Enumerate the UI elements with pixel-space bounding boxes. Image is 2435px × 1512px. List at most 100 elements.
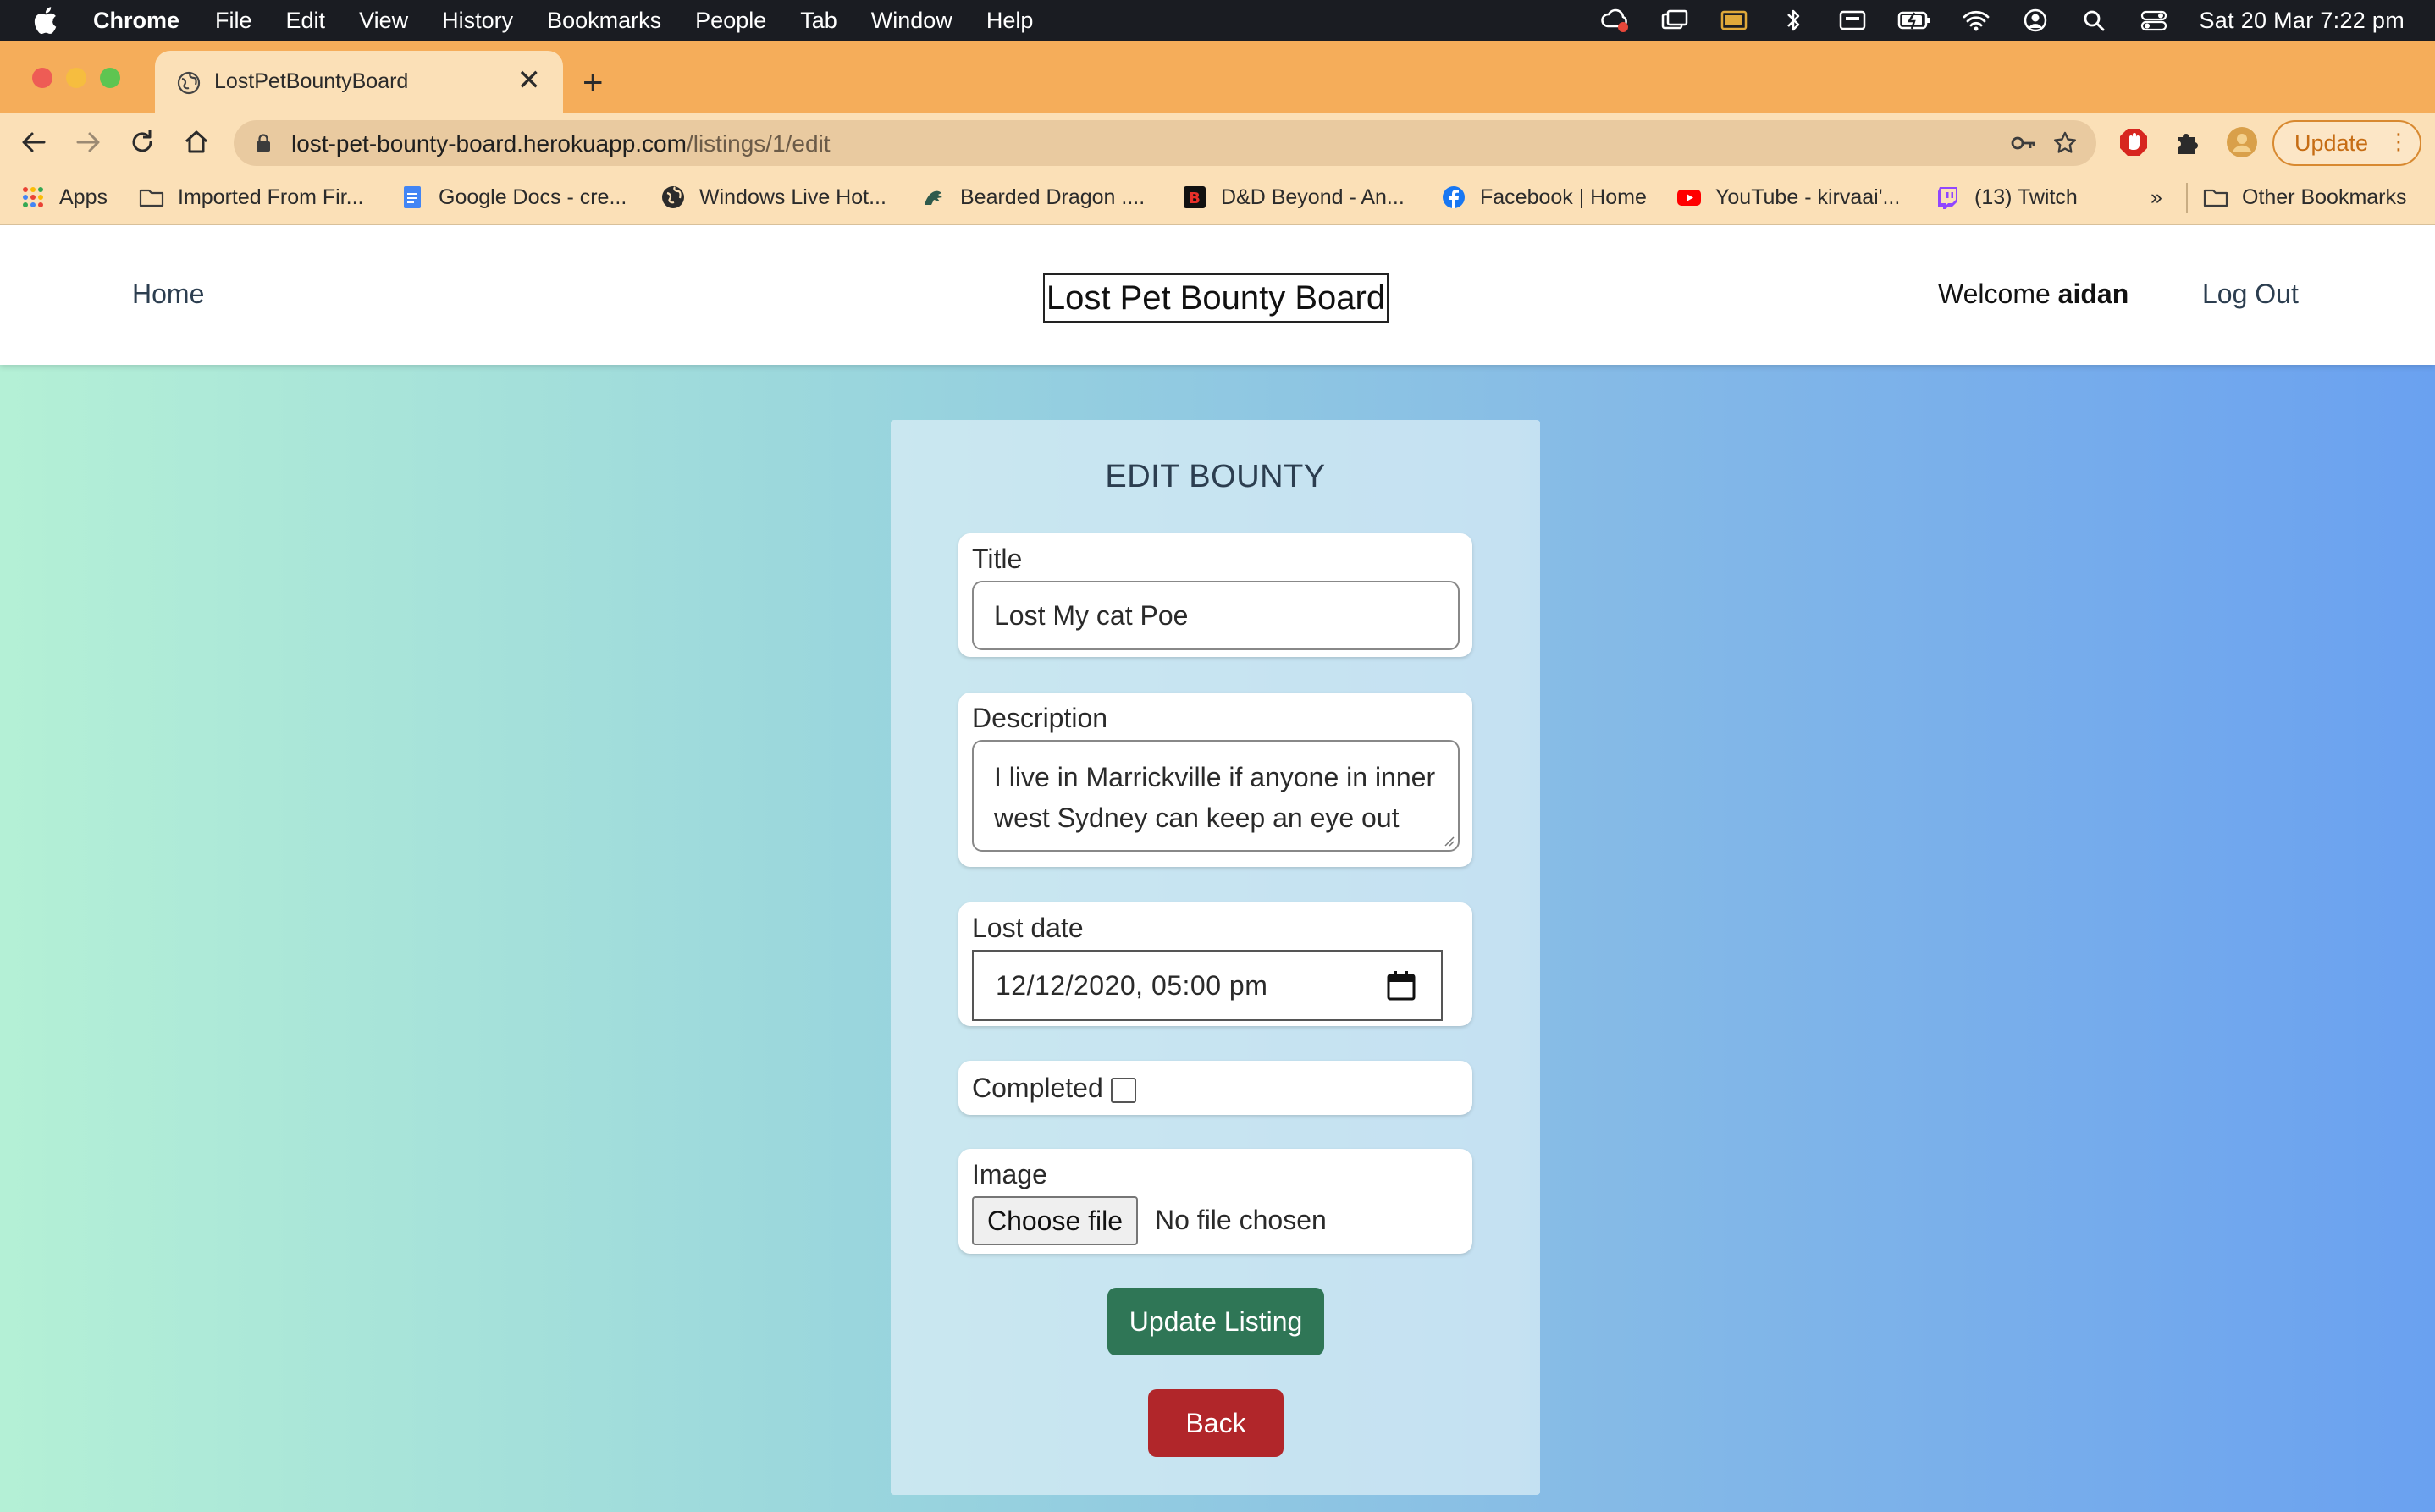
window-zoom-button[interactable] — [100, 68, 120, 88]
back-button[interactable]: Back — [1148, 1389, 1284, 1457]
lock-icon[interactable] — [256, 134, 271, 152]
bookmark-windows-live[interactable]: Windows Live Hot... — [660, 183, 886, 212]
chrome-update-button[interactable]: Update ⋮ — [2272, 120, 2421, 166]
logout-link[interactable]: Log Out — [2202, 279, 2299, 310]
description-label: Description — [972, 703, 1108, 733]
bookmark-bearded-dragon[interactable]: Bearded Dragon .... — [921, 183, 1145, 212]
forward-arrow-icon[interactable] — [71, 125, 105, 159]
welcome-username: aidan — [2057, 279, 2129, 309]
bookmark-dnd-beyond[interactable]: B D&D Beyond - An... — [1182, 183, 1405, 212]
bookmarks-overflow-chevron-icon[interactable]: » — [2151, 183, 2162, 212]
bookmark-label: Facebook | Home — [1480, 185, 1647, 209]
menu-help[interactable]: Help — [986, 8, 1034, 34]
title-input[interactable]: Lost My cat Poe — [972, 581, 1460, 650]
bookmark-label: Windows Live Hot... — [699, 185, 886, 209]
bookmark-label: Google Docs - cre... — [439, 185, 627, 209]
amphetamine-icon[interactable] — [1720, 8, 1748, 33]
bookmark-google-docs[interactable]: Google Docs - cre... — [400, 183, 627, 212]
battery-charging-icon[interactable] — [1897, 8, 1931, 33]
bookmark-label: Apps — [59, 185, 108, 209]
bookmarks-bar: Apps Imported From Fir... Google Docs - … — [0, 171, 2435, 225]
calendar-icon[interactable] — [1387, 970, 1416, 1001]
bookmark-label: YouTube - kirvaai'... — [1715, 185, 1901, 209]
svg-text:B: B — [1189, 190, 1201, 207]
menu-window[interactable]: Window — [871, 8, 952, 34]
bookmark-apps[interactable]: Apps — [20, 183, 108, 212]
menubar-menus: Chrome File Edit View History Bookmarks … — [93, 0, 1067, 41]
address-bar[interactable]: lost-pet-bounty-board.herokuapp.com/list… — [234, 120, 2096, 166]
adblock-extension-icon[interactable] — [2117, 125, 2151, 159]
lost-date-field-group: Lost date 12/12/2020, 05:00 pm — [958, 902, 1472, 1026]
lost-date-label: Lost date — [972, 913, 1084, 943]
bookmark-label: Other Bookmarks — [2242, 185, 2407, 209]
bookmark-star-icon[interactable] — [2052, 130, 2078, 156]
title-field-group: Title Lost My cat Poe — [958, 533, 1472, 657]
url-text[interactable]: lost-pet-bounty-board.herokuapp.com/list… — [291, 130, 831, 157]
keyboard-input-icon[interactable] — [1838, 8, 1867, 33]
window-minimize-button[interactable] — [66, 68, 86, 88]
menu-tab[interactable]: Tab — [800, 8, 837, 34]
browser-toolbar: lost-pet-bounty-board.herokuapp.com/list… — [0, 113, 2435, 171]
spotlight-search-icon[interactable] — [2080, 8, 2109, 33]
back-arrow-icon[interactable] — [17, 125, 51, 159]
description-textarea[interactable]: I live in Marrickville if anyone in inne… — [972, 740, 1460, 852]
update-listing-button[interactable]: Update Listing — [1107, 1288, 1324, 1355]
bookmark-label: Bearded Dragon .... — [960, 185, 1146, 209]
bookmark-youtube[interactable]: YouTube - kirvaai'... — [1676, 183, 1900, 212]
control-center-icon[interactable] — [2140, 8, 2168, 33]
facebook-icon — [1443, 186, 1465, 208]
menu-view[interactable]: View — [359, 8, 408, 34]
title-label: Title — [972, 544, 1023, 574]
more-menu-icon[interactable]: ⋮ — [2388, 130, 2410, 152]
lost-date-input[interactable]: 12/12/2020, 05:00 pm — [972, 950, 1443, 1021]
menu-history[interactable]: History — [442, 8, 513, 34]
menubar-status-area: Sat 20 Mar 7:22 pm — [1601, 0, 2405, 41]
description-field-group: Description I live in Marrickville if an… — [958, 693, 1472, 867]
menu-edit[interactable]: Edit — [286, 8, 326, 34]
home-icon[interactable] — [179, 125, 213, 159]
profile-avatar-icon[interactable] — [2225, 125, 2259, 159]
menu-people[interactable]: People — [695, 8, 766, 34]
page-viewport: Home Lost Pet Bounty Board Welcome aidan… — [0, 226, 2435, 1512]
choose-file-button[interactable]: Choose file — [972, 1196, 1138, 1245]
creative-cloud-icon[interactable] — [1601, 8, 1630, 33]
edit-bounty-card: EDIT BOUNTY Title Lost My cat Poe Descri… — [891, 420, 1540, 1495]
wifi-icon[interactable] — [1962, 8, 1991, 33]
key-icon[interactable] — [2010, 132, 2037, 154]
window-close-button[interactable] — [32, 68, 52, 88]
browser-tab-active[interactable]: LostPetBountyBoard ✕ — [155, 51, 563, 113]
globe-icon — [177, 71, 201, 95]
completed-checkbox[interactable] — [1111, 1078, 1136, 1103]
welcome-message: Welcome aidan — [1938, 279, 2129, 310]
dragon-icon — [925, 190, 942, 205]
bookmark-twitch[interactable]: (13) Twitch — [1935, 183, 2078, 212]
folder-icon — [139, 189, 164, 207]
resize-grip-icon[interactable] — [1443, 835, 1455, 847]
completed-label[interactable]: Completed — [972, 1073, 1103, 1104]
user-account-icon[interactable] — [2021, 8, 2050, 33]
screens-icon[interactable] — [1660, 8, 1689, 33]
bookmarks-divider — [2186, 183, 2188, 213]
menu-file[interactable]: File — [215, 8, 252, 34]
apple-logo-icon[interactable] — [32, 6, 58, 35]
bookmark-facebook[interactable]: Facebook | Home — [1441, 183, 1647, 212]
menubar-clock[interactable]: Sat 20 Mar 7:22 pm — [2199, 8, 2405, 34]
bookmark-label: (13) Twitch — [1974, 185, 2078, 209]
tab-close-icon[interactable]: ✕ — [517, 66, 542, 95]
menu-bookmarks[interactable]: Bookmarks — [547, 8, 661, 34]
nav-home-link[interactable]: Home — [132, 279, 204, 310]
image-label: Image — [972, 1159, 1047, 1189]
bookmark-imported-folder[interactable]: Imported From Fir... — [139, 183, 363, 212]
bookmark-other-bookmarks[interactable]: Other Bookmarks — [2203, 183, 2407, 212]
folder-icon — [2203, 189, 2228, 207]
menu-app-chrome[interactable]: Chrome — [93, 8, 179, 34]
form-heading: EDIT BOUNTY — [1105, 459, 1326, 494]
bluetooth-icon[interactable] — [1779, 8, 1808, 33]
new-tab-button[interactable]: + — [583, 64, 604, 100]
site-brand[interactable]: Lost Pet Bounty Board — [1043, 273, 1389, 323]
extensions-puzzle-icon[interactable] — [2171, 125, 2205, 159]
url-host: lost-pet-bounty-board.herokuapp.com — [291, 130, 687, 157]
reload-icon[interactable] — [125, 125, 159, 159]
google-docs-icon — [404, 186, 421, 208]
youtube-icon — [1677, 190, 1701, 206]
